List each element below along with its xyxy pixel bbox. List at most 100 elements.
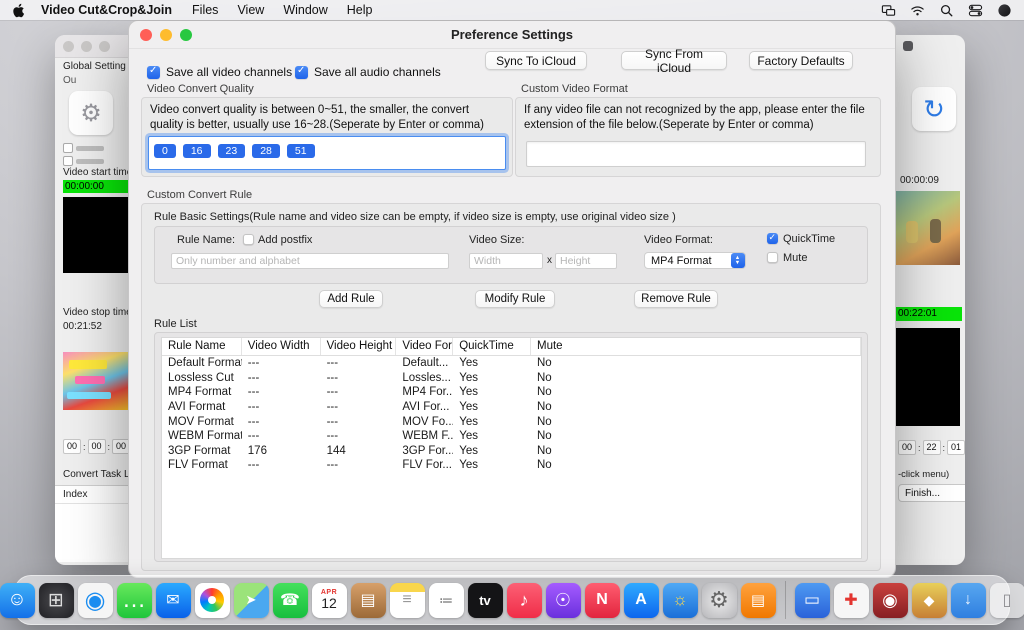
table-row[interactable]: FLV Format------FLV For...YesNo	[162, 458, 861, 473]
time-field[interactable]: 22	[923, 440, 941, 455]
dock-icon-podcasts[interactable]: ☉	[546, 583, 581, 618]
dock-icon-trash[interactable]: ▯	[990, 583, 1024, 618]
dock-icon-calendar[interactable]: APR12	[312, 583, 347, 618]
video-thumbnail[interactable]	[896, 191, 960, 265]
column-header[interactable]: QuickTime	[453, 338, 531, 355]
finish-button[interactable]: Finish...	[898, 484, 965, 502]
menubar: Video Cut&Crop&Join Files View Window Help	[0, 0, 1024, 20]
remove-rule-button[interactable]: Remove Rule	[634, 290, 718, 308]
column-header[interactable]: Video For...	[396, 338, 453, 355]
apple-menu-icon[interactable]	[12, 3, 25, 18]
dock-icon-music[interactable]: ♪	[507, 583, 542, 618]
quality-chip[interactable]: 51	[287, 144, 315, 158]
dock-icon-weather[interactable]: ☼	[663, 583, 698, 618]
background-window-right[interactable]: ↻ 00:00:09 00:22:01 00:22:01▴▾ -click me…	[896, 35, 965, 565]
tiny-checkbox[interactable]	[63, 143, 73, 153]
siri-icon[interactable]	[997, 3, 1012, 18]
left-option-row[interactable]	[63, 143, 104, 153]
quality-chip[interactable]: 23	[218, 144, 246, 158]
inactive-zoom-button[interactable]	[99, 41, 110, 52]
dock-icon-messages[interactable]: …	[117, 583, 152, 618]
menubar-app-name[interactable]: Video Cut&Crop&Join	[41, 3, 172, 17]
column-header[interactable]: Video Width	[242, 338, 321, 355]
index-column-header[interactable]: Index	[55, 486, 129, 504]
dock-icon-mail[interactable]: ✉	[156, 583, 191, 618]
table-cell: ---	[242, 386, 321, 398]
height-input[interactable]	[555, 253, 617, 269]
control-center-icon[interactable]	[968, 3, 983, 18]
add-postfix-checkbox[interactable]	[243, 234, 254, 245]
quality-chip[interactable]: 0	[154, 144, 176, 158]
dock-icon-video-app[interactable]: ◉	[873, 583, 908, 618]
time-field[interactable]: 01	[947, 440, 965, 455]
dock-icon-image-capture[interactable]: ◆	[912, 583, 947, 618]
dock-icon-diagnostics[interactable]: ✚	[834, 583, 869, 618]
task-list-panel[interactable]: Index	[55, 485, 129, 562]
menu-files[interactable]: Files	[192, 3, 218, 17]
screen-mirroring-icon[interactable]	[881, 3, 896, 18]
time-field[interactable]: 00	[112, 439, 129, 454]
dock-icon-facetime[interactable]: ☎	[273, 583, 308, 618]
quicktime-checkbox[interactable]	[767, 233, 778, 244]
column-header[interactable]: Rule Name	[162, 338, 242, 355]
inactive-minimize-button[interactable]	[81, 41, 92, 52]
table-row[interactable]: Lossless Cut------Lossles...YesNo	[162, 371, 861, 386]
table-row[interactable]: WEBM Format------WEBM F...YesNo	[162, 429, 861, 444]
table-row[interactable]: 3GP Format1761443GP For...YesNo	[162, 444, 861, 459]
dock-icon-maps[interactable]: ➤	[234, 583, 269, 618]
quality-tags-input[interactable]: 0 16 23 28 51	[148, 136, 506, 170]
sync-tile-button[interactable]: ↻	[912, 87, 956, 131]
table-row[interactable]: MOV Format------MOV Fo...YesNo	[162, 414, 861, 429]
rule-name-input[interactable]	[171, 253, 449, 269]
dock-icon-system-preferences[interactable]: ⚙	[702, 583, 737, 618]
quality-chip[interactable]: 16	[183, 144, 211, 158]
inactive-close-button[interactable]	[63, 41, 74, 52]
sync-to-icloud-button[interactable]: Sync To iCloud	[485, 51, 587, 70]
dock-icon-finder[interactable]: ☺	[0, 583, 35, 618]
wifi-icon[interactable]	[910, 3, 925, 18]
menu-view[interactable]: View	[237, 3, 264, 17]
dock-icon-downloads[interactable]: ↓	[951, 583, 986, 618]
dock-icon-photos[interactable]	[195, 583, 230, 618]
settings-tile-button[interactable]: ⚙	[69, 91, 113, 135]
table-row[interactable]: AVI Format------AVI For...YesNo	[162, 400, 861, 415]
background-window-left[interactable]: Global Setting Ou ⚙ Video start time 00:…	[55, 35, 129, 565]
dock-icon-contacts[interactable]: ▤	[351, 583, 386, 618]
dock-icon-display[interactable]: ▭	[795, 583, 830, 618]
modify-rule-button[interactable]: Modify Rule	[475, 290, 555, 308]
dock-icon-app-store[interactable]: A	[624, 583, 659, 618]
quality-chip[interactable]: 28	[252, 144, 280, 158]
table-row[interactable]: MP4 Format------MP4 For...YesNo	[162, 385, 861, 400]
dock-icon-tv[interactable]: tv	[468, 583, 503, 618]
dock-icon-books[interactable]: ▤	[741, 583, 776, 618]
dock-icon-notes[interactable]: ≡	[390, 583, 425, 618]
table-row[interactable]: Default Format------Default...YesNo	[162, 356, 861, 371]
menu-window[interactable]: Window	[283, 3, 327, 17]
dock-icon-safari[interactable]: ◉	[78, 583, 113, 618]
table-cell: Yes	[453, 372, 531, 384]
dock-icon-launchpad[interactable]: ⊞	[39, 583, 74, 618]
save-video-channels-checkbox[interactable]	[147, 66, 160, 79]
column-header[interactable]: Mute	[531, 338, 861, 355]
custom-format-input[interactable]	[526, 141, 866, 167]
menu-help[interactable]: Help	[347, 3, 373, 17]
width-input[interactable]	[469, 253, 543, 269]
video-format-select[interactable]: MP4 Format ▲▼	[644, 252, 746, 269]
add-rule-button[interactable]: Add Rule	[319, 290, 383, 308]
time-field[interactable]: 00	[898, 440, 916, 455]
mute-checkbox[interactable]	[767, 252, 778, 263]
left-option-row[interactable]	[63, 156, 104, 166]
tiny-checkbox[interactable]	[63, 156, 73, 166]
rule-table[interactable]: Rule NameVideo WidthVideo HeightVideo Fo…	[161, 337, 862, 559]
dock-icon-reminders[interactable]: ≔	[429, 583, 464, 618]
time-field[interactable]: 00	[88, 439, 106, 454]
sync-from-icloud-button[interactable]: Sync From iCloud	[621, 51, 727, 70]
column-header[interactable]: Video Height	[321, 338, 397, 355]
window-control-button[interactable]	[903, 41, 913, 51]
time-field[interactable]: 00	[63, 439, 81, 454]
dock-icon-news[interactable]: N	[585, 583, 620, 618]
factory-defaults-button[interactable]: Factory Defaults	[749, 51, 853, 70]
save-audio-channels-checkbox[interactable]	[295, 66, 308, 79]
search-icon[interactable]	[939, 3, 954, 18]
video-thumbnail[interactable]	[63, 352, 129, 410]
